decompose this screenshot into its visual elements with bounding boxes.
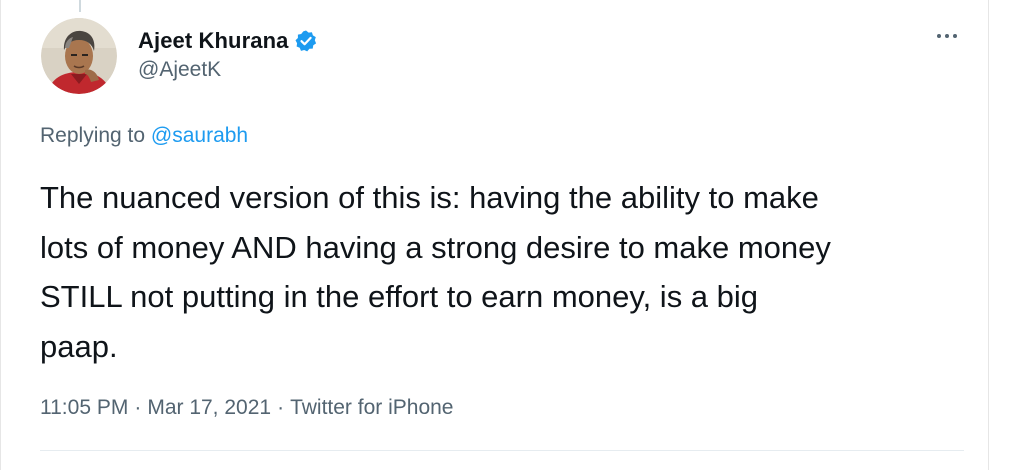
- more-dot: [945, 34, 949, 38]
- meta-separator: ·: [134, 396, 142, 419]
- thread-connector: [79, 0, 81, 12]
- more-dot: [937, 34, 941, 38]
- tweet-date[interactable]: Mar 17, 2021: [147, 396, 271, 420]
- tweet-metadata: 11:05 PM · Mar 17, 2021 · Twitter for iP…: [40, 396, 453, 420]
- tweet-card: Ajeet Khurana @AjeetK Replying to @saura…: [0, 0, 1023, 470]
- avatar-image: [41, 18, 117, 94]
- author-handle[interactable]: @AjeetK: [138, 58, 221, 82]
- divider: [40, 450, 964, 451]
- tweet-text: The nuanced version of this is: having t…: [40, 173, 970, 371]
- more-options-icon[interactable]: [930, 26, 964, 46]
- tweet-text-line: The nuanced version of this is: having t…: [40, 180, 819, 215]
- reply-mention-link[interactable]: @saurabh: [151, 124, 248, 147]
- tweet-text-line: lots of money AND having a strong desire…: [40, 229, 831, 265]
- author-display-name[interactable]: Ajeet Khurana: [138, 28, 288, 54]
- more-dot: [953, 34, 957, 38]
- verified-badge-icon: [294, 29, 318, 53]
- tweet-text-line: STILL not putting in the effort to earn …: [40, 279, 759, 314]
- author-name-row[interactable]: Ajeet Khurana: [138, 26, 318, 56]
- replying-to-label: Replying to: [40, 124, 146, 147]
- avatar[interactable]: [41, 18, 117, 94]
- replying-to: Replying to @saurabh: [40, 124, 248, 148]
- meta-separator: ·: [277, 396, 285, 419]
- tweet-text-line: paap.: [40, 328, 118, 364]
- right-border: [988, 0, 989, 470]
- tweet-time[interactable]: 11:05 PM: [40, 396, 128, 420]
- tweet-source[interactable]: Twitter for iPhone: [290, 396, 453, 420]
- left-border: [0, 0, 1, 470]
